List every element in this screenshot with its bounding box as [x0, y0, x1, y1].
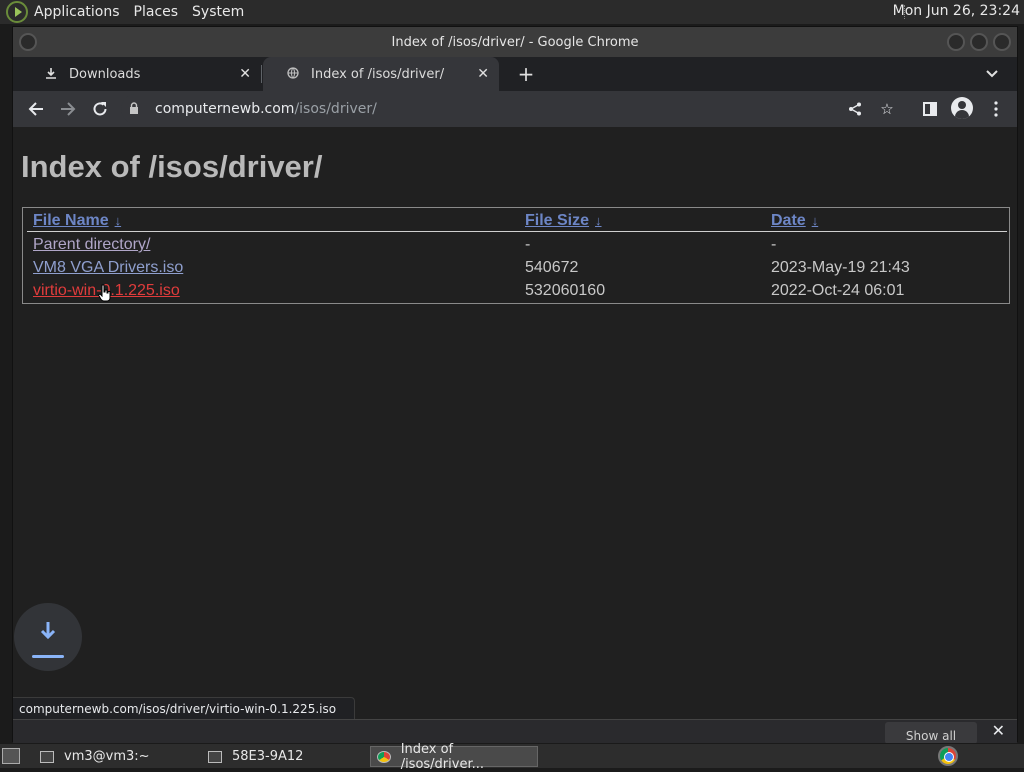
- sort-arrow-icon: ↓: [811, 213, 819, 228]
- file-size: -: [525, 236, 531, 253]
- sort-arrow-icon: ↓: [114, 213, 122, 228]
- chrome-icon: [377, 750, 391, 763]
- download-progress-button[interactable]: [14, 603, 82, 671]
- download-icon: [43, 67, 59, 82]
- top-panel: Applications Places System Mon Jun 26, 2…: [0, 0, 1024, 24]
- close-shelf-icon[interactable]: ✕: [992, 721, 1005, 741]
- download-shelf: Show all ✕: [13, 719, 1017, 744]
- window-title: Index of /isos/driver/ - Google Chrome: [391, 34, 639, 50]
- file-size: 532060160: [525, 282, 606, 299]
- chrome-window: Index of /isos/driver/ - Google Chrome D…: [12, 26, 1018, 744]
- close-tab-icon[interactable]: ✕: [477, 66, 489, 82]
- hand-cursor-icon: [97, 284, 111, 302]
- window-menu-icon[interactable]: [19, 33, 37, 51]
- show-desktop-icon[interactable]: [2, 748, 20, 764]
- sort-arrow-icon: ↓: [595, 213, 602, 228]
- file-listing-table: File Name ↓ File Size ↓ Date ↓ Parent direc…: [22, 207, 1010, 304]
- profile-avatar-icon[interactable]: [951, 97, 973, 119]
- taskbar-item-drive[interactable]: 58E3-9A12: [202, 746, 368, 767]
- tab-index-of-isos-driver[interactable]: Index of /isos/driver/ ✕: [263, 57, 499, 91]
- taskbar-item-label: Index of /isos/driver...: [400, 741, 485, 772]
- url-path: /isos/driver/: [294, 101, 377, 117]
- taskbar-item-terminal[interactable]: vm3@vm3:~: [34, 746, 200, 767]
- file-date: -: [771, 236, 777, 253]
- lock-icon[interactable]: [129, 101, 143, 117]
- drive-icon: [208, 750, 222, 763]
- minimize-icon[interactable]: [947, 33, 965, 51]
- taskbar-item-label: 58E3-9A12: [232, 749, 304, 764]
- status-bubble-url: computernewb.com/isos/driver/virtio-win-…: [13, 697, 356, 719]
- chevron-down-icon[interactable]: [981, 63, 1003, 85]
- applications-menu[interactable]: Applications: [34, 4, 120, 20]
- chrome-tray-icon[interactable]: [938, 746, 958, 766]
- back-icon[interactable]: [23, 96, 49, 122]
- tab-divider: [261, 65, 262, 83]
- window-titlebar[interactable]: Index of /isos/driver/ - Google Chrome: [13, 27, 1017, 57]
- file-size: 540672: [525, 259, 579, 276]
- browser-toolbar: computernewb.com/isos/driver/ ☆: [13, 91, 1017, 127]
- column-header-date[interactable]: Date ↓: [771, 212, 818, 230]
- download-progress-bar: [32, 655, 64, 658]
- address-bar[interactable]: computernewb.com/isos/driver/ ☆: [121, 94, 894, 124]
- close-window-icon[interactable]: [993, 33, 1011, 51]
- bookmark-star-icon[interactable]: ☆: [875, 97, 899, 121]
- maximize-icon[interactable]: [970, 33, 988, 51]
- file-date: 2023-May-19 21:43: [771, 259, 910, 276]
- kebab-menu-icon[interactable]: [983, 96, 1009, 122]
- column-header-file-name[interactable]: File Name ↓: [33, 212, 121, 230]
- show-all-button[interactable]: Show all: [885, 722, 977, 744]
- distro-logo-icon[interactable]: [6, 1, 28, 23]
- file-date: 2022-Oct-24 06:01: [771, 282, 905, 299]
- taskbar: vm3@vm3:~ 58E3-9A12 Index of /isos/drive…: [0, 742, 1024, 772]
- file-link-parent-directory[interactable]: Parent directory/: [33, 236, 150, 254]
- system-menu[interactable]: System: [192, 4, 244, 20]
- close-tab-icon[interactable]: ✕: [239, 66, 251, 82]
- taskbar-item-chrome[interactable]: Index of /isos/driver...: [370, 742, 538, 772]
- reload-icon[interactable]: [87, 96, 113, 122]
- places-menu[interactable]: Places: [134, 4, 179, 20]
- terminal-icon: [40, 750, 54, 763]
- tab-downloads[interactable]: Downloads ✕: [21, 57, 261, 91]
- page-title: Index of /isos/driver/: [21, 149, 323, 184]
- share-icon[interactable]: [843, 97, 867, 121]
- download-icon: [38, 621, 58, 649]
- new-tab-icon[interactable]: +: [513, 61, 539, 87]
- file-link-vm8-vga-drivers[interactable]: VM8 VGA Drivers.iso: [33, 259, 183, 277]
- forward-icon[interactable]: [55, 96, 81, 122]
- column-header-file-size[interactable]: File Size ↓: [525, 212, 602, 230]
- tab-label: Downloads: [69, 66, 141, 82]
- taskbar-item-label: vm3@vm3:~: [64, 749, 150, 764]
- globe-icon: [285, 66, 301, 82]
- tab-strip: Downloads ✕ Index of /isos/driver/ ✕ +: [13, 57, 1017, 91]
- tab-label: Index of /isos/driver/: [311, 66, 445, 82]
- url-host: computernewb.com: [155, 101, 295, 117]
- header-divider: [27, 231, 1007, 232]
- page-content: Index of /isos/driver/ File Name ↓ File S…: [13, 127, 1017, 744]
- panel-clock[interactable]: Mon Jun 26, 23:24: [893, 3, 1020, 19]
- side-panel-icon[interactable]: [917, 96, 943, 122]
